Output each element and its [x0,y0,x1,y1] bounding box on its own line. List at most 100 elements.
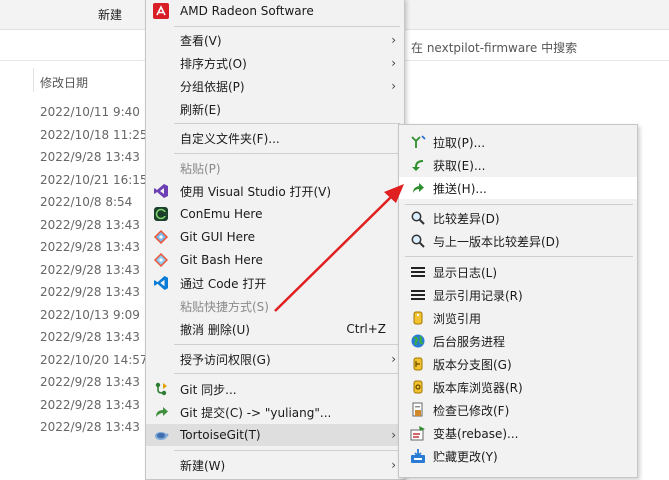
tag-icon [409,309,427,327]
submenu-item-pull[interactable]: 拉取(P)... [399,131,637,153]
log-icon [409,263,427,281]
tortoisegit-icon [152,426,170,444]
submenu-item-diff[interactable]: 比较差异(D) [399,207,637,229]
menu-item-label: 刷新(E) [180,102,221,117]
menu-item-undo-delete[interactable]: 撤消 删除(U) Ctrl+Z [146,318,404,340]
repo-browser-icon [409,378,427,396]
menu-item-conemu[interactable]: ConEmu Here [146,203,404,225]
submenu-item-push[interactable]: 推送(H)... [399,177,637,199]
menu-separator [174,450,400,451]
menu-separator [174,153,400,154]
check-modifications-icon [409,401,427,419]
fetch-icon [409,156,427,174]
submenu-item-label: 与上一版本比较差异(D) [433,234,560,249]
menu-item-customize-folder[interactable]: 自定义文件夹(F)... [146,127,404,149]
menu-item-paste[interactable]: 粘贴(P) [146,157,404,179]
menu-item-label: Git GUI Here [180,230,256,244]
column-header-modified[interactable]: 修改日期 [40,74,88,91]
menu-item-new[interactable]: 新建(W) › [146,454,404,476]
magnifier-icon [409,209,427,227]
submenu-item-label: 显示日志(L) [433,265,498,280]
submenu-item-label: 推送(H)... [433,181,487,196]
submenu-item-stash[interactable]: 贮藏更改(Y) [399,445,637,467]
menu-item-label: 查看(V) [180,33,222,48]
submenu-item-label: 检查已修改(F) [433,403,510,418]
menu-separator [174,26,400,27]
menu-item-group[interactable]: 分组依据(P) › [146,75,404,97]
menu-item-label: TortoiseGit(T) [180,428,261,442]
menu-item-label: 粘贴快捷方式(S) [180,299,269,314]
submenu-item-label: 拉取(P)... [433,135,486,150]
submenu-item-daemon[interactable]: 后台服务进程 [399,330,637,352]
menu-item-label: ConEmu Here [180,207,263,221]
menu-item-open-code[interactable]: 通过 Code 打开 [146,272,404,294]
search-input[interactable]: 在 nextpilot-firmware 中搜索 [411,39,577,56]
globe-icon [409,332,427,350]
menu-item-label: 自定义文件夹(F)... [180,131,280,146]
menu-item-label: 粘贴(P) [180,161,221,176]
submenu-item-label: 比较差异(D) [433,211,500,226]
file-date: 2022/9/28 13:43 [40,262,140,277]
chevron-right-icon: › [391,352,396,366]
menu-separator [174,344,400,345]
file-date: 2022/9/28 13:43 [40,240,140,254]
submenu-item-label: 贮藏更改(Y) [433,449,498,464]
amd-radeon-icon [152,2,170,20]
menu-item-label: Git 同步... [180,382,237,397]
menu-item-label: 使用 Visual Studio 打开(V) [180,184,332,199]
menu-item-view[interactable]: 查看(V) › [146,29,404,51]
context-menu: AMD Radeon Software 查看(V) › 排序方式(O) › 分组… [145,0,405,480]
visual-studio-icon [152,182,170,200]
menu-item-tortoisegit[interactable]: TortoiseGit(T) › [146,424,404,446]
file-date: 2022/10/20 14:57 [40,352,148,367]
menu-item-label: 分组依据(P) [180,79,245,94]
submenu-item-browse-refs[interactable]: 浏览引用 [399,307,637,329]
file-date: 2022/10/13 9:09 [40,307,140,322]
menu-item-git-bash[interactable]: Git Bash Here [146,249,404,271]
chevron-right-icon: › [391,458,396,472]
menu-item-git-commit[interactable]: Git 提交(C) -> "yuliang"... [146,401,404,423]
new-button[interactable]: 新建 [98,6,122,23]
menu-item-refresh[interactable]: 刷新(E) [146,98,404,120]
menu-separator [405,204,633,205]
submenu-item-show-log[interactable]: 显示日志(L) [399,261,637,283]
file-date: 2022/9/28 13:43 [40,285,140,299]
file-date: 2022/9/28 13:43 [40,330,140,344]
menu-item-label: 新建(W) [180,458,226,473]
menu-item-sort[interactable]: 排序方式(O) › [146,52,404,74]
submenu-item-fetch[interactable]: 获取(E)... [399,154,637,176]
menu-item-git-sync[interactable]: Git 同步... [146,378,404,400]
magnifier-icon [409,232,427,250]
conemu-icon [152,205,170,223]
file-date: 2022/9/28 13:43 [40,217,140,232]
submenu-item-label: 浏览引用 [433,311,482,326]
submenu-item-show-reflog[interactable]: 显示引用记录(R) [399,284,637,306]
file-date: 2022/10/8 8:54 [40,195,133,209]
menu-item-git-gui[interactable]: Git GUI Here [146,226,404,248]
menu-item-label: Git Bash Here [180,253,263,267]
menu-item-open-visual-studio[interactable]: 使用 Visual Studio 打开(V) [146,180,404,202]
pull-icon [409,133,427,151]
menu-item-paste-shortcut[interactable]: 粘贴快捷方式(S) [146,295,404,317]
column-divider[interactable] [33,68,34,92]
menu-separator [174,123,400,124]
submenu-item-repo-browser[interactable]: 版本库浏览器(R) [399,376,637,398]
menu-item-label: AMD Radeon Software [180,4,314,18]
file-date: 2022/10/21 16:15 [40,172,148,187]
menu-item-label: Git 提交(C) -> "yuliang"... [180,405,332,420]
git-commit-icon [152,403,170,421]
submenu-item-check-modifications[interactable]: 检查已修改(F) [399,399,637,421]
submenu-item-rebase[interactable]: 变基(rebase)... [399,422,637,444]
push-icon [409,179,427,197]
menu-separator [405,256,633,257]
menu-item-grant-access[interactable]: 授予访问权限(G) › [146,348,404,370]
submenu-item-diff-previous[interactable]: 与上一版本比较差异(D) [399,230,637,252]
menu-item-amd-radeon[interactable]: AMD Radeon Software [146,0,404,22]
submenu-item-revision-graph[interactable]: 版本分支图(G) [399,353,637,375]
file-date-list: 2022/10/11 9:40 2022/10/18 11:25 2022/9/… [40,101,148,439]
shortcut-label: Ctrl+Z [346,322,386,336]
menu-item-label: 排序方式(O) [180,56,247,71]
submenu-item-label: 显示引用记录(R) [433,288,523,303]
submenu-item-label: 版本分支图(G) [433,357,512,372]
stash-icon [409,447,427,465]
